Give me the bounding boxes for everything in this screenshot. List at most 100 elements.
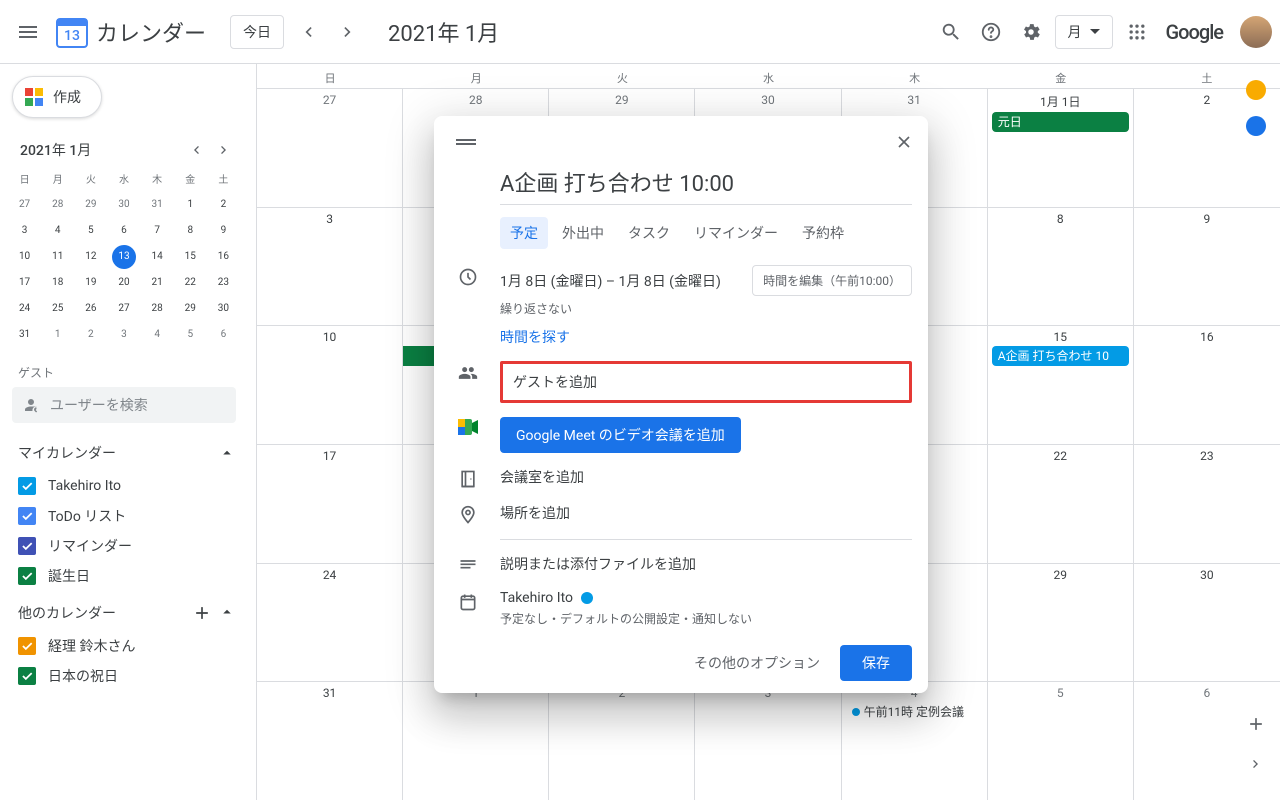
calendar-item[interactable]: ToDo リスト	[8, 501, 240, 531]
settings-button[interactable]	[1011, 12, 1051, 52]
mini-day[interactable]: 28	[46, 193, 70, 217]
grid-cell[interactable]: 2	[549, 682, 695, 800]
mini-day[interactable]: 7	[145, 219, 169, 243]
event-chip[interactable]: A企画 打ち合わせ 10	[992, 346, 1129, 366]
tasks-icon[interactable]	[1246, 116, 1266, 136]
calendar-item[interactable]: Takehiro Ito	[8, 471, 240, 501]
mini-day[interactable]: 26	[79, 297, 103, 321]
mini-day[interactable]: 31	[145, 193, 169, 217]
mini-day[interactable]: 20	[112, 271, 136, 295]
mini-day[interactable]: 15	[178, 245, 202, 269]
mini-day[interactable]: 19	[79, 271, 103, 295]
calendar-checkbox[interactable]	[18, 537, 36, 555]
google-logo[interactable]: Google	[1157, 15, 1232, 49]
close-button[interactable]	[888, 126, 920, 158]
calendar-item[interactable]: 誕生日	[8, 561, 240, 591]
my-calendars-header[interactable]: マイカレンダー	[8, 431, 240, 471]
tab-0[interactable]: 予定	[500, 217, 548, 249]
mini-day[interactable]: 21	[145, 271, 169, 295]
mini-day[interactable]: 6	[112, 219, 136, 243]
event-chip[interactable]: 午前11時 定例会議	[846, 702, 983, 722]
time-edit-button[interactable]: 時間を編集（午前10:00）	[752, 265, 912, 296]
mini-day[interactable]: 1	[178, 193, 202, 217]
calendar-item[interactable]: 日本の祝日	[8, 661, 240, 691]
grid-cell[interactable]: 1	[403, 682, 549, 800]
mini-day[interactable]: 23	[211, 271, 235, 295]
mini-day[interactable]: 22	[178, 271, 202, 295]
mini-day[interactable]: 25	[46, 297, 70, 321]
mini-day[interactable]: 30	[211, 297, 235, 321]
mini-day[interactable]: 5	[79, 219, 103, 243]
calendar-checkbox[interactable]	[18, 507, 36, 525]
grid-cell[interactable]: 3	[257, 208, 403, 326]
tab-4[interactable]: 予約枠	[792, 217, 854, 249]
mini-day[interactable]: 30	[112, 193, 136, 217]
mini-day[interactable]: 11	[46, 245, 70, 269]
event-chip[interactable]: 元日	[992, 112, 1129, 132]
grid-cell[interactable]: 15A企画 打ち合わせ 10	[988, 326, 1134, 444]
mini-day[interactable]: 18	[46, 271, 70, 295]
mini-day[interactable]: 27	[112, 297, 136, 321]
grid-cell[interactable]: 3	[695, 682, 841, 800]
help-button[interactable]	[971, 12, 1011, 52]
menu-button[interactable]	[8, 12, 48, 52]
tab-3[interactable]: リマインダー	[684, 217, 788, 249]
mini-day[interactable]: 4	[145, 323, 169, 347]
search-button[interactable]	[931, 12, 971, 52]
mini-day[interactable]: 28	[145, 297, 169, 321]
mini-day[interactable]: 29	[178, 297, 202, 321]
drag-handle-icon[interactable]	[454, 138, 478, 146]
mini-next-button[interactable]	[212, 138, 236, 162]
mini-day[interactable]: 6	[211, 323, 235, 347]
grid-cell[interactable]: 31	[257, 682, 403, 800]
avatar[interactable]	[1240, 16, 1272, 48]
mini-day[interactable]: 10	[13, 245, 37, 269]
calendar-owner-row[interactable]: Takehiro Ito 予定なし・デフォルトの公開設定・通知しない	[500, 590, 912, 627]
calendar-checkbox[interactable]	[18, 567, 36, 585]
prev-month-button[interactable]	[288, 12, 328, 52]
keep-icon[interactable]	[1246, 80, 1266, 100]
mini-day[interactable]: 8	[178, 219, 202, 243]
event-date-row[interactable]: 1月 8日 (金曜日) – 1月 8日 (金曜日) 時間を編集（午前10:00）…	[500, 265, 912, 317]
grid-cell[interactable]: 5	[988, 682, 1134, 800]
grid-cell[interactable]: 4午前11時 定例会議	[842, 682, 988, 800]
add-calendar-icon[interactable]	[192, 603, 212, 623]
grid-cell[interactable]: 24	[257, 564, 403, 682]
event-title[interactable]: A企画 打ち合わせ 10:00	[500, 162, 912, 205]
mini-day[interactable]: 9	[211, 219, 235, 243]
tab-1[interactable]: 外出中	[552, 217, 614, 249]
grid-cell[interactable]: 22	[988, 445, 1134, 563]
add-panel-button[interactable]	[1236, 704, 1276, 744]
collapse-panel-button[interactable]	[1236, 744, 1276, 784]
more-options-button[interactable]: その他のオプション	[694, 653, 820, 673]
save-button[interactable]: 保存	[840, 645, 912, 681]
mini-day[interactable]: 12	[79, 245, 103, 269]
calendar-checkbox[interactable]	[18, 477, 36, 495]
grid-cell[interactable]: 17	[257, 445, 403, 563]
apps-button[interactable]	[1117, 12, 1157, 52]
mini-day[interactable]: 27	[13, 193, 37, 217]
today-button[interactable]: 今日	[230, 15, 284, 49]
add-description-button[interactable]: 説明または添付ファイルを追加	[500, 554, 912, 574]
calendar-item[interactable]: リマインダー	[8, 531, 240, 561]
mini-day[interactable]: 3	[13, 219, 37, 243]
mini-day[interactable]: 13	[112, 245, 136, 269]
find-time-button[interactable]: 時間を探す	[500, 327, 912, 347]
guest-add-input[interactable]: ゲストを追加	[500, 361, 912, 403]
next-month-button[interactable]	[328, 12, 368, 52]
add-location-button[interactable]: 場所を追加	[500, 503, 912, 523]
guest-search[interactable]: ユーザーを検索	[12, 387, 236, 423]
view-selector[interactable]: 月	[1055, 15, 1113, 49]
grid-cell[interactable]: 27	[257, 89, 403, 207]
calendar-checkbox[interactable]	[18, 667, 36, 685]
mini-day[interactable]: 31	[13, 323, 37, 347]
create-button[interactable]: 作成	[12, 76, 102, 118]
mini-day[interactable]: 24	[13, 297, 37, 321]
mini-day[interactable]: 16	[211, 245, 235, 269]
mini-day[interactable]: 17	[13, 271, 37, 295]
mini-day[interactable]: 29	[79, 193, 103, 217]
mini-day[interactable]: 2	[79, 323, 103, 347]
grid-cell[interactable]: 10	[257, 326, 403, 444]
mini-day[interactable]: 4	[46, 219, 70, 243]
calendar-item[interactable]: 経理 鈴木さん	[8, 631, 240, 661]
